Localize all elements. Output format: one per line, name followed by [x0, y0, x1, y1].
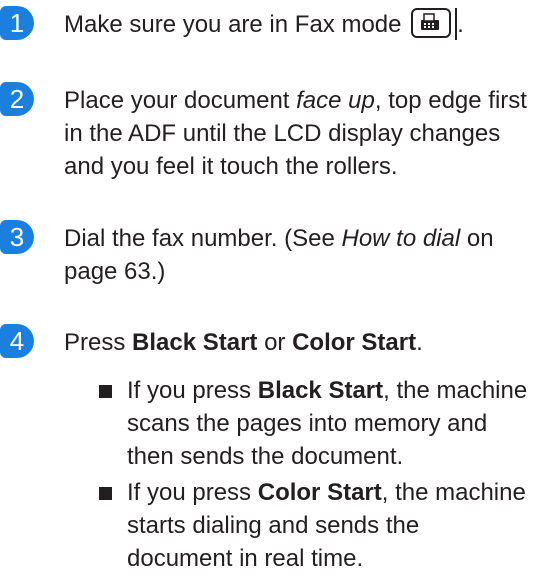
step-4-number: 4	[0, 324, 34, 358]
step-1-text: Make sure you are in Fax mode .	[64, 8, 534, 41]
step-3-text: Dial the fax number. (See How to dial on…	[64, 222, 534, 288]
color-start-label: Color Start	[292, 329, 417, 356]
bullet-1-text-part: If you press	[127, 377, 258, 404]
step-2-number: 2	[0, 82, 34, 116]
bullet-2-text-part: If you press	[127, 479, 258, 506]
step-2-text-part: Place your document	[64, 87, 297, 114]
step-4-text-part: Press	[64, 329, 133, 356]
bullet-2-text: If you press Color Start, the machine st…	[127, 476, 531, 575]
step-4-text: Press Black Start or Color Start.	[64, 326, 534, 359]
step-2-italic-text: face up	[296, 87, 375, 114]
step-1-number: 1	[0, 6, 34, 40]
step-2-text: Place your document face up, top edge fi…	[64, 84, 534, 183]
bullet-square-icon	[99, 385, 112, 398]
bullet-1-text: If you press Black Start, the machine sc…	[127, 374, 531, 473]
bullet-2-bold: Color Start	[257, 479, 382, 506]
bullet-1-bold: Black Start	[257, 377, 384, 404]
step-3-link-how-to-dial: How to dial	[341, 225, 461, 252]
black-start-label: Black Start	[132, 329, 258, 356]
step-4-text-end: .	[416, 329, 423, 356]
fax-mode-key-icon	[411, 8, 452, 38]
step-3-text-part: Dial the fax number. (See	[64, 225, 342, 252]
step-4-text-or: or	[257, 329, 293, 356]
bullet-square-icon	[99, 487, 112, 500]
step-1-text-after: .	[457, 11, 464, 38]
step-1-text-before: Make sure you are in Fax mode	[64, 11, 402, 38]
step-3-number: 3	[0, 220, 34, 254]
